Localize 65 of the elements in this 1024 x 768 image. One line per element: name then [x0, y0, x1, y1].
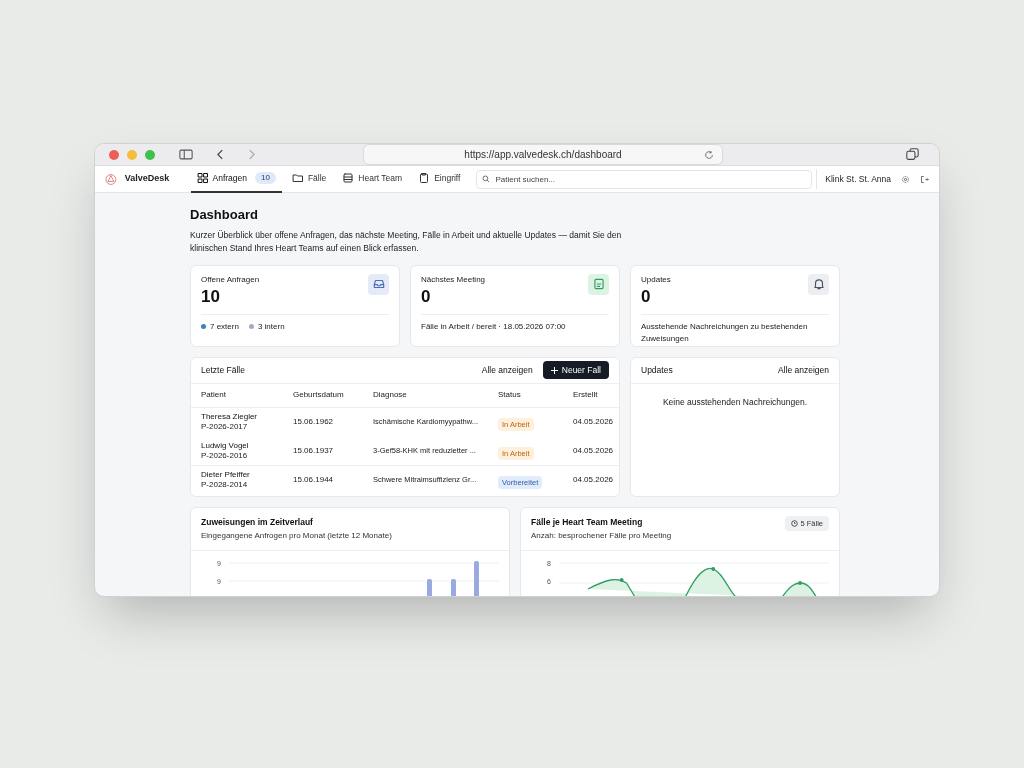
- app-name: ValveDesk: [124, 172, 171, 186]
- maximize-icon[interactable]: [145, 149, 155, 160]
- table-cell: 04.05.2026: [573, 444, 614, 457]
- chart-title: Fälle je Heart Team Meeting: [531, 515, 644, 529]
- nav-tab[interactable]: Anfragen 10: [190, 165, 282, 193]
- back-icon[interactable]: [217, 149, 224, 160]
- card-title: Updates: [641, 363, 673, 377]
- logout-icon[interactable]: [920, 174, 929, 184]
- patient-name: Ludwig Vogel: [201, 440, 250, 451]
- stat-note: Fälle in Arbeit / bereit · 18.05.2026 07:00: [421, 320, 567, 333]
- chart-subtitle: Anzah: besprochener Fälle pro Meeting: [531, 530, 672, 543]
- patient-id: P-2026-2017: [201, 422, 249, 432]
- plus-icon: [550, 366, 558, 374]
- show-all-link[interactable]: Alle anzeigen: [481, 363, 533, 377]
- card-title: Letzte Fälle: [201, 363, 245, 377]
- table-cell: 04.05.2026: [573, 474, 614, 486]
- clipboard-icon: [418, 172, 431, 184]
- table-cell: 04.05.2026: [573, 416, 614, 428]
- patient-name: Dieter Pfeiffer: [201, 470, 251, 480]
- show-all-link[interactable]: Alle anzeigen: [777, 363, 829, 377]
- forward-icon[interactable]: [248, 149, 255, 160]
- grid-icon: [196, 172, 209, 184]
- column-header: Geburtsdatum: [293, 389, 345, 401]
- stat-value: 0: [641, 285, 652, 308]
- nav-tab[interactable]: Heart Team: [336, 165, 409, 193]
- column-header: Patient: [201, 389, 227, 401]
- chart-subtitle: Eingegangene Anfrogen pro Monat (letzte 12 Monate): [201, 530, 392, 543]
- stat-note: Ausstehende Nachreichungen zu bestehenden Zuweisungen: [641, 320, 809, 345]
- folder-icon: [291, 172, 304, 184]
- address-bar[interactable]: https://app.valvedesk.ch/dashboard: [363, 144, 723, 165]
- legend-label: 3 intern: [257, 320, 285, 333]
- stat-label: Updates: [641, 273, 671, 286]
- nav-tab[interactable]: Eingriff: [412, 165, 467, 193]
- tabs-icon[interactable]: [906, 148, 919, 161]
- logo-icon: [105, 172, 117, 186]
- legend-label: 7 extern: [210, 320, 239, 333]
- stat-value: 0: [421, 285, 432, 308]
- column-header: Status: [498, 389, 522, 401]
- list-icon: [342, 172, 355, 184]
- count-badge: 10: [255, 172, 276, 184]
- new-case-button[interactable]: Neuer Fall: [542, 360, 609, 380]
- page-title: Dashboard: [190, 206, 259, 224]
- clock-icon: [791, 519, 799, 527]
- settings-icon[interactable]: [901, 174, 910, 184]
- sidebar-icon[interactable]: [179, 149, 193, 160]
- patient-id: P-2026-2016: [201, 450, 249, 461]
- table-cell-text: 15.06.1944: [293, 474, 335, 486]
- clinic-name: Klink St. St. Anna: [825, 172, 891, 186]
- patient-name: Theresa Ziegler: [201, 412, 259, 422]
- stat-label: Offene Anfragen: [201, 273, 260, 286]
- reload-icon[interactable]: [704, 149, 714, 160]
- empty-message: Keine ausstehenden Nachreichungen.: [661, 395, 809, 409]
- nav-tab[interactable]: Fälle: [285, 165, 333, 193]
- patient-id: P-2028-2014: [201, 480, 249, 490]
- table-cell-text: 15.06.1937: [293, 444, 335, 457]
- column-header: Diagnose: [373, 389, 408, 401]
- search-field[interactable]: Patient suchen...: [476, 169, 813, 189]
- column-header: Erstellt: [573, 389, 599, 401]
- search-icon: [482, 175, 491, 183]
- close-icon[interactable]: [109, 149, 119, 160]
- stat-value: 10: [201, 285, 221, 308]
- stat-label: Nächstes Meeting: [421, 273, 486, 286]
- chart-title: Zuweisungen im Zeitverlauf: [201, 515, 314, 529]
- page-intro: Kurzer Überblick über offene Anfragen, das nächste Meeting, Fälle in Arbeit und aktuelle Updates — damit Sie den klinischen Stand Ihres Heart Teams auf einen Blick erfassen.: [190, 228, 623, 255]
- table-cell-text: 15.06.1962: [293, 416, 335, 428]
